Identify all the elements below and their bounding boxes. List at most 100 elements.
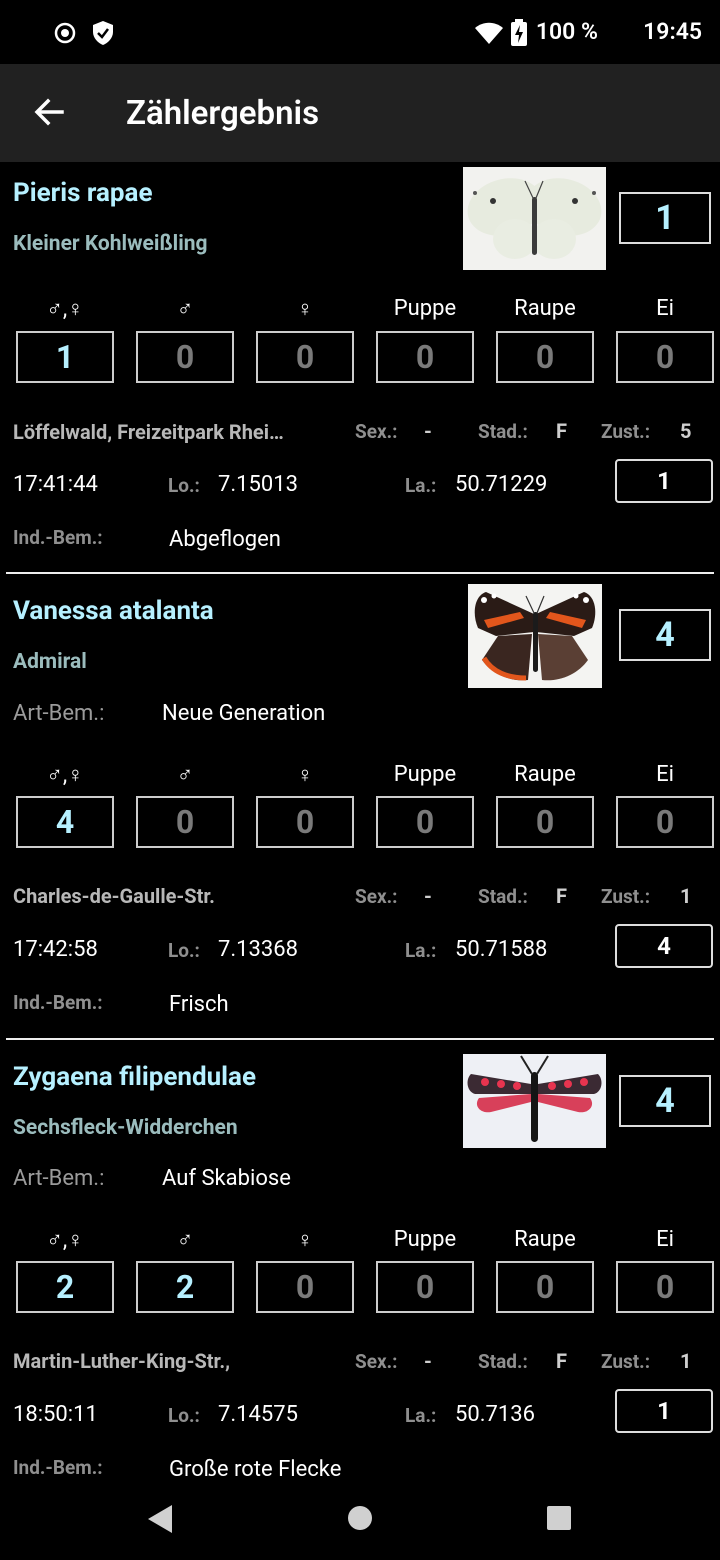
stage-label-mixed: ♂,♀: [46, 1228, 84, 1253]
species-photo[interactable]: [463, 167, 606, 270]
stage-count-male[interactable]: 0: [136, 331, 234, 383]
scientific-name: Pieris rapae: [13, 178, 153, 208]
stage-count-mixed[interactable]: 2: [16, 1261, 114, 1313]
stage-label-pupa: Puppe: [393, 296, 457, 321]
stage-label-mixed: ♂,♀: [46, 763, 84, 788]
stage-label-mixed: ♂,♀: [46, 297, 84, 322]
zust-value: 1: [680, 884, 692, 908]
stage-count-larva[interactable]: 0: [496, 796, 594, 848]
back-arrow-icon[interactable]: [30, 92, 70, 132]
species-photo[interactable]: [463, 1054, 606, 1148]
page-title: Zählergebnis: [126, 94, 320, 133]
zust-value: 1: [680, 1349, 692, 1373]
sex-label: Sex.:: [355, 420, 398, 443]
scientific-name: Zygaena filipendulae: [13, 1062, 257, 1092]
stage-label-female: ♀: [296, 297, 314, 322]
art-bem-value: Neue Generation: [162, 701, 326, 726]
individual-count[interactable]: 4: [615, 924, 713, 968]
result-card[interactable]: Zygaena filipendulae Sechsfleck-Widderch…: [0, 1040, 720, 1476]
stage-count-female[interactable]: 0: [256, 331, 354, 383]
stad-value: F: [556, 1349, 567, 1373]
longitude-label: Lo.:: [168, 474, 200, 497]
zust-label: Zust.:: [601, 885, 651, 908]
stage-label-male: ♂: [176, 763, 194, 788]
zust-label: Zust.:: [601, 1350, 651, 1373]
common-name: Kleiner Kohlweißling: [13, 232, 208, 256]
shield-check-icon: [93, 21, 113, 45]
stage-label-female: ♀: [296, 763, 314, 788]
longitude-value: 7.14575: [218, 1402, 298, 1427]
individual-count[interactable]: 1: [615, 1389, 713, 1433]
species-photo[interactable]: [468, 584, 602, 688]
longitude-value: 7.13368: [218, 937, 298, 962]
latitude-value: 50.71588: [455, 937, 548, 962]
stage-label-pupa: Puppe: [393, 762, 457, 787]
location-name: Löffelwald, Freizeitpark Rhei…: [13, 420, 284, 444]
stad-value: F: [556, 419, 567, 443]
ind-bem-label: Ind.-Bem.:: [13, 1456, 103, 1476]
longitude-label: Lo.:: [168, 1404, 200, 1427]
stage-label-male: ♂: [176, 297, 194, 322]
stage-label-larva: Raupe: [514, 296, 576, 321]
latitude-value: 50.71229: [455, 472, 548, 497]
app-bar: Zählergebnis: [0, 64, 720, 162]
sex-label: Sex.:: [355, 885, 398, 908]
zust-label: Zust.:: [601, 420, 651, 443]
white-butterfly-image: [467, 178, 602, 259]
result-card[interactable]: Vanessa atalanta Admiral 4 Art-Bem.: Neu…: [0, 574, 720, 1038]
longitude-value: 7.15013: [218, 472, 298, 497]
ind-bem-value: Abgeflogen: [169, 527, 281, 552]
count-total[interactable]: 4: [619, 1075, 711, 1127]
stage-label-egg: Ei: [656, 296, 674, 321]
latitude-label: La.:: [405, 1404, 437, 1427]
stage-label-larva: Raupe: [514, 762, 576, 787]
stage-label-female: ♀: [296, 1228, 314, 1253]
count-total[interactable]: 1: [619, 192, 711, 244]
common-name: Sechsfleck-Widderchen: [13, 1116, 238, 1140]
stage-count-female[interactable]: 0: [256, 1261, 354, 1313]
stage-count-pupa[interactable]: 0: [376, 796, 474, 848]
burnet-moth-image: [467, 1055, 602, 1142]
stage-count-male[interactable]: 0: [136, 796, 234, 848]
stage-count-egg[interactable]: 0: [616, 796, 714, 848]
stage-label-male: ♂: [176, 1228, 194, 1253]
red-admiral-image: [474, 592, 596, 681]
ind-bem-value: Große rote Flecke: [169, 1457, 342, 1476]
stage-count-egg[interactable]: 0: [616, 331, 714, 383]
stage-count-pupa[interactable]: 0: [376, 331, 474, 383]
latitude-value: 50.7136: [455, 1402, 535, 1427]
stage-label-larva: Raupe: [514, 1227, 576, 1252]
stage-count-mixed[interactable]: 1: [16, 331, 114, 383]
stage-count-larva[interactable]: 0: [496, 331, 594, 383]
time-value: 17:42:58: [13, 937, 98, 962]
sex-value: -: [424, 419, 432, 443]
stage-count-mixed[interactable]: 4: [16, 796, 114, 848]
location-name: Charles-de-Gaulle-Str.: [13, 884, 215, 908]
stage-count-female[interactable]: 0: [256, 796, 354, 848]
count-total[interactable]: 4: [619, 609, 711, 661]
sex-value: -: [424, 884, 432, 908]
system-nav-bar: [0, 1476, 720, 1560]
individual-count[interactable]: 1: [615, 459, 713, 503]
record-icon: [54, 22, 76, 44]
stage-count-egg[interactable]: 0: [616, 1261, 714, 1313]
ind-bem-value: Frisch: [169, 992, 229, 1017]
ind-bem-label: Ind.-Bem.:: [13, 991, 103, 1014]
nav-back-icon[interactable]: [146, 1504, 174, 1534]
time-value: 18:50:11: [13, 1402, 98, 1427]
result-card[interactable]: Pieris rapae Kleiner Kohlweißling 1 ♂,♀ …: [0, 162, 720, 572]
latitude-label: La.:: [405, 939, 437, 962]
stage-count-larva[interactable]: 0: [496, 1261, 594, 1313]
sex-value: -: [424, 1349, 432, 1373]
stage-count-pupa[interactable]: 0: [376, 1261, 474, 1313]
clock: 19:45: [643, 18, 702, 45]
battery-charging-icon: [511, 19, 527, 46]
stad-value: F: [556, 884, 567, 908]
art-bem-label: Art-Bem.:: [13, 701, 105, 726]
stad-label: Stad.:: [478, 885, 528, 908]
stage-label-pupa: Puppe: [393, 1227, 457, 1252]
battery-percent: 100 %: [535, 18, 598, 45]
stage-count-male[interactable]: 2: [136, 1261, 234, 1313]
nav-recents-icon[interactable]: [546, 1505, 572, 1531]
nav-home-icon[interactable]: [347, 1505, 373, 1531]
